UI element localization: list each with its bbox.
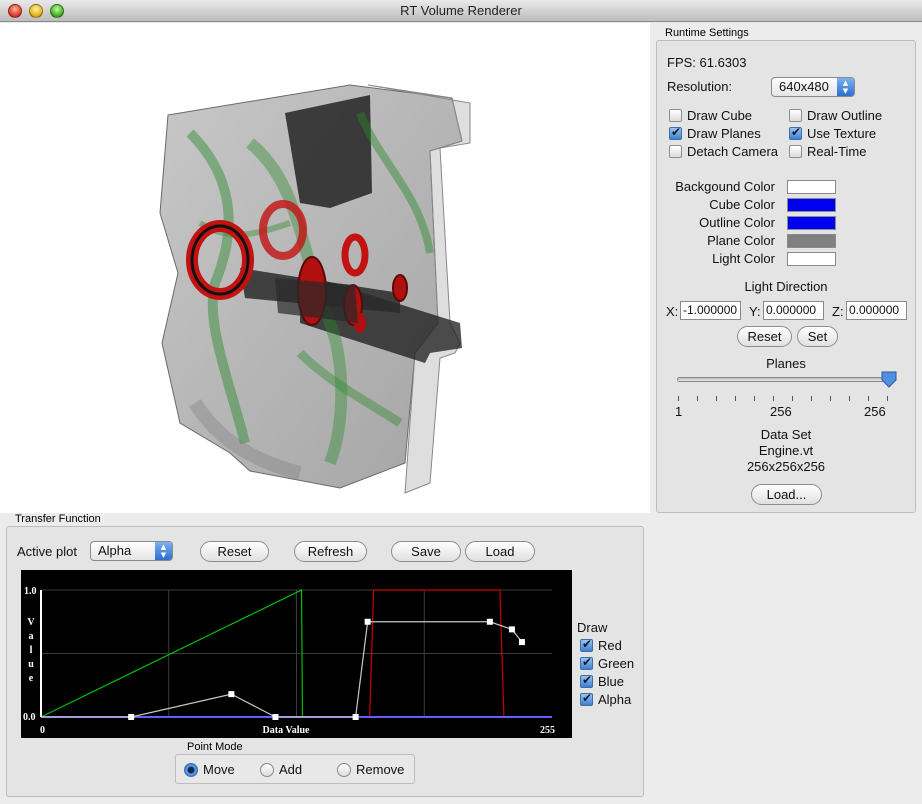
alpha-control-point[interactable] bbox=[228, 691, 235, 698]
background-color-label: Backgound Color bbox=[675, 179, 775, 194]
plot-x-min-label: 0 bbox=[40, 725, 45, 736]
light-x-field[interactable]: -1.000000 bbox=[680, 301, 741, 320]
light-z-field[interactable]: 0.000000 bbox=[846, 301, 907, 320]
transfer-function-panel: Active plot Alpha ▲ ▼ Reset Refresh Save … bbox=[6, 526, 644, 797]
checkbox-checked-icon bbox=[669, 125, 682, 140]
dataset-label: Data Set bbox=[760, 427, 812, 442]
transfer-function-label: Transfer Function bbox=[15, 513, 101, 525]
planes-slider-track[interactable] bbox=[677, 377, 889, 382]
light-direction-label: Light Direction bbox=[744, 279, 828, 294]
planes-min-label: 1 bbox=[675, 404, 683, 419]
draw-cube-checkbox[interactable]: Draw Cube bbox=[669, 108, 752, 123]
draw-blue-checkbox[interactable]: Blue bbox=[580, 673, 624, 689]
light-color-swatch[interactable] bbox=[787, 252, 836, 266]
checkbox-checked-icon bbox=[789, 125, 802, 140]
point-mode-label: Point Mode bbox=[187, 741, 243, 753]
checkbox-icon bbox=[669, 145, 682, 158]
window-title: RT Volume Renderer bbox=[400, 3, 522, 18]
radio-selected-icon bbox=[184, 763, 198, 777]
planes-label: Planes bbox=[766, 356, 806, 371]
cube-color-swatch[interactable] bbox=[787, 198, 836, 212]
tf-save-button[interactable]: Save bbox=[391, 541, 461, 562]
active-plot-select[interactable]: Alpha ▲ ▼ bbox=[90, 541, 173, 561]
checkbox-checked-icon bbox=[580, 655, 593, 670]
background-color-swatch[interactable] bbox=[787, 180, 836, 194]
volume-render-viewport[interactable] bbox=[0, 23, 650, 513]
plane-color-label: Plane Color bbox=[707, 233, 775, 248]
light-reset-button[interactable]: Reset bbox=[737, 326, 792, 347]
resolution-value: 640x480 bbox=[779, 79, 829, 94]
select-arrows-icon: ▲ ▼ bbox=[837, 78, 854, 96]
dataset-dimensions: 256x256x256 bbox=[746, 459, 826, 474]
light-x-label: X: bbox=[666, 304, 679, 319]
light-set-button[interactable]: Set bbox=[797, 326, 838, 347]
plot-y-top-label: 1.0 bbox=[24, 586, 37, 597]
resolution-select[interactable]: 640x480 ▲ ▼ bbox=[771, 77, 855, 97]
engine-volume-render bbox=[159, 84, 471, 494]
checkbox-icon bbox=[669, 109, 682, 122]
tf-reset-button[interactable]: Reset bbox=[200, 541, 269, 562]
tf-refresh-button[interactable]: Refresh bbox=[294, 541, 367, 562]
checkbox-checked-icon bbox=[580, 673, 593, 688]
runtime-settings-panel: FPS: 61.6303 Resolution: 640x480 ▲ ▼ Draw… bbox=[656, 40, 916, 513]
radio-icon bbox=[260, 763, 274, 777]
outline-color-swatch[interactable] bbox=[787, 216, 836, 230]
alpha-control-point[interactable] bbox=[272, 714, 279, 720]
alpha-control-point[interactable] bbox=[486, 618, 493, 625]
dataset-name: Engine.vt bbox=[758, 443, 814, 458]
draw-planes-checkbox[interactable]: Draw Planes bbox=[669, 125, 761, 141]
planes-max-label: 256 bbox=[864, 404, 886, 419]
draw-outline-checkbox[interactable]: Draw Outline bbox=[789, 108, 882, 123]
transfer-function-plot[interactable]: 1.0 0.0 Value 0 Data Value 255 bbox=[21, 570, 572, 738]
fps-readout: FPS: 61.6303 bbox=[667, 55, 747, 70]
select-arrows-icon: ▲ ▼ bbox=[155, 542, 172, 560]
point-mode-remove-radio[interactable]: Remove bbox=[337, 762, 404, 777]
plane-color-swatch[interactable] bbox=[787, 234, 836, 248]
light-z-label: Z: bbox=[832, 304, 844, 319]
tf-load-button[interactable]: Load bbox=[465, 541, 535, 562]
plot-y-bottom-label: 0.0 bbox=[23, 712, 36, 723]
light-color-label: Light Color bbox=[712, 251, 775, 266]
light-y-label: Y: bbox=[749, 304, 761, 319]
draw-alpha-checkbox[interactable]: Alpha bbox=[580, 691, 631, 707]
point-mode-move-radio[interactable]: Move bbox=[184, 762, 235, 777]
planes-mid-label: 256 bbox=[770, 404, 792, 419]
real-time-checkbox[interactable]: Real-Time bbox=[789, 144, 866, 159]
checkbox-checked-icon bbox=[580, 691, 593, 706]
plot-x-axis-label: Data Value bbox=[263, 725, 311, 736]
dataset-load-button[interactable]: Load... bbox=[751, 484, 822, 505]
checkbox-checked-icon bbox=[580, 637, 593, 652]
point-mode-add-radio[interactable]: Add bbox=[260, 762, 302, 777]
alpha-control-point[interactable] bbox=[508, 626, 515, 633]
alpha-control-point[interactable] bbox=[364, 618, 371, 625]
alpha-control-point[interactable] bbox=[352, 714, 359, 720]
checkbox-icon bbox=[789, 109, 802, 122]
planes-slider-thumb[interactable] bbox=[880, 370, 898, 388]
point-mode-group: Move Add Remove bbox=[175, 754, 415, 784]
runtime-settings-label: Runtime Settings bbox=[665, 27, 749, 39]
radio-icon bbox=[337, 763, 351, 777]
active-plot-label: Active plot bbox=[17, 544, 77, 559]
planes-slider-ticks bbox=[678, 390, 888, 401]
window-content: Runtime Settings FPS: 61.6303 Resolution… bbox=[0, 23, 922, 804]
draw-label: Draw bbox=[577, 620, 608, 635]
checkbox-icon bbox=[789, 145, 802, 158]
plot-x-max-label: 255 bbox=[540, 725, 555, 736]
alpha-control-point[interactable] bbox=[518, 639, 525, 646]
resolution-label: Resolution: bbox=[667, 79, 733, 94]
light-y-field[interactable]: 0.000000 bbox=[763, 301, 824, 320]
cube-color-label: Cube Color bbox=[709, 197, 775, 212]
use-texture-checkbox[interactable]: Use Texture bbox=[789, 125, 876, 141]
draw-red-checkbox[interactable]: Red bbox=[580, 637, 622, 653]
active-plot-value: Alpha bbox=[98, 543, 132, 558]
draw-green-checkbox[interactable]: Green bbox=[580, 655, 634, 671]
detach-camera-checkbox[interactable]: Detach Camera bbox=[669, 144, 778, 159]
window-titlebar: RT Volume Renderer bbox=[0, 0, 922, 22]
outline-color-label: Outline Color bbox=[699, 215, 775, 230]
alpha-control-point[interactable] bbox=[128, 714, 135, 720]
